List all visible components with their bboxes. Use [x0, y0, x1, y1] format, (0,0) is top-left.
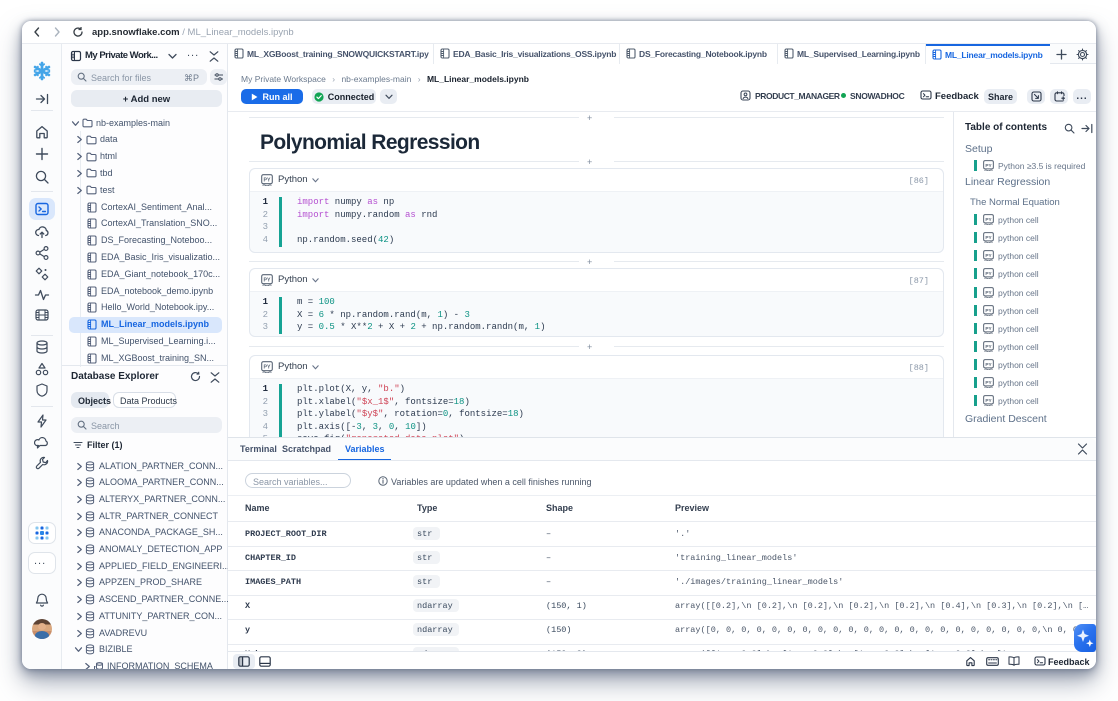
svg-text:PY: PY [985, 217, 992, 223]
svg-text:PY: PY [985, 253, 992, 259]
svg-text:PY: PY [264, 278, 271, 284]
svg-text:PY: PY [985, 398, 992, 404]
svg-text:PY: PY [985, 163, 992, 169]
svg-text:PY: PY [985, 380, 992, 386]
svg-text:PY: PY [985, 362, 992, 368]
svg-text:PY: PY [985, 344, 992, 350]
svg-text:PY: PY [264, 178, 271, 184]
svg-text:PY: PY [985, 235, 992, 241]
svg-text:PY: PY [985, 271, 992, 277]
svg-text:PY: PY [985, 326, 992, 332]
svg-text:PY: PY [264, 365, 271, 371]
svg-text:PY: PY [985, 289, 992, 295]
svg-text:PY: PY [985, 308, 992, 314]
